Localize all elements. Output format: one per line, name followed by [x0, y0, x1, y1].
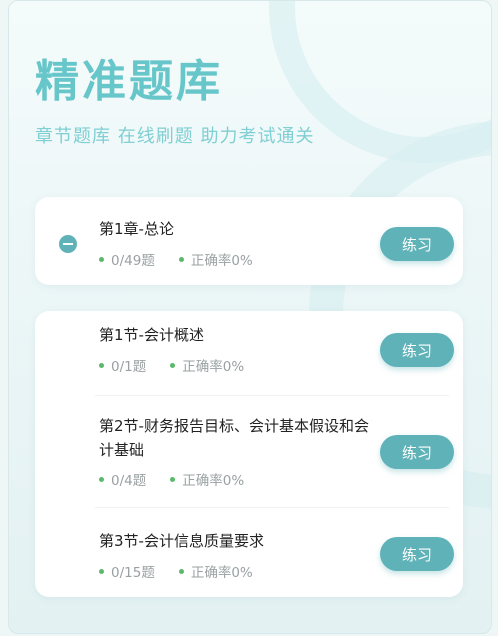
- chapter-card: 第1章-总论 0/49题 正确率0% 练习: [35, 197, 463, 285]
- bullet-icon: [170, 476, 176, 482]
- page-subtitle: 章节题库 在线刷题 助力考试通关: [35, 126, 315, 147]
- section-2-meta: 0/4题 正确率0%: [99, 469, 244, 489]
- bullet-icon: [170, 362, 176, 368]
- section-3-progress: 0/15题: [111, 565, 155, 581]
- chapter-practice-button[interactable]: 练习: [380, 227, 454, 261]
- section-1-practice-button[interactable]: 练习: [380, 333, 454, 367]
- bullet-icon: [99, 256, 104, 262]
- bullet-icon: [178, 256, 184, 262]
- section-2-accuracy: 正确率0%: [182, 473, 245, 489]
- page-title: 精准题库: [35, 56, 223, 107]
- section-1-meta: 0/1题 正确率0%: [99, 355, 244, 375]
- section-3-accuracy: 正确率0%: [190, 565, 253, 581]
- bullet-icon: [178, 568, 184, 574]
- chapter-progress: 0/49题: [111, 253, 155, 269]
- chapter-accuracy: 正确率0%: [190, 253, 253, 269]
- collapse-icon[interactable]: [59, 235, 77, 253]
- section-1-progress: 0/1题: [111, 359, 147, 375]
- section-3-title: 第3节-会计信息质量要求: [99, 532, 264, 550]
- section-1-title: 第1节-会计概述: [99, 326, 204, 344]
- chapter-title: 第1章-总论: [99, 220, 174, 238]
- section-3-meta: 0/15题 正确率0%: [99, 561, 253, 581]
- section-3-practice-button[interactable]: 练习: [380, 537, 454, 571]
- chapter-meta: 0/49题 正确率0%: [99, 249, 253, 269]
- section-2-practice-button[interactable]: 练习: [380, 435, 454, 469]
- divider: [95, 395, 449, 396]
- bullet-icon: [99, 568, 104, 574]
- divider: [95, 507, 449, 508]
- app-frame: 精准题库 章节题库 在线刷题 助力考试通关 第1章-总论 0/49题 正确率0%…: [8, 0, 492, 634]
- section-2-progress: 0/4题: [111, 473, 147, 489]
- section-2-title: 第2节-财务报告目标、会计基本假设和会计基础: [99, 417, 369, 459]
- bullet-icon: [99, 476, 104, 482]
- section-1-accuracy: 正确率0%: [182, 359, 245, 375]
- bullet-icon: [99, 362, 104, 368]
- sections-card: 第1节-会计概述 0/1题 正确率0% 练习 第2节-财务报告目标、会计基本假设…: [35, 311, 463, 597]
